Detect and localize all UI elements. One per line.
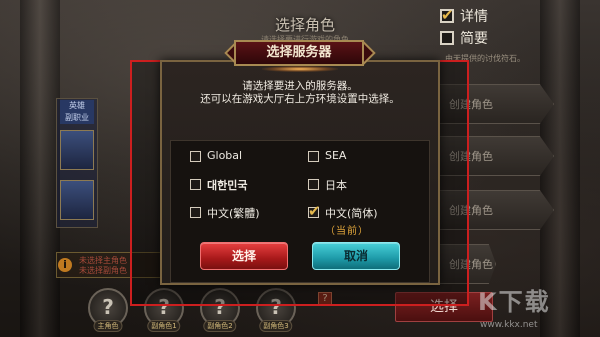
server-label: Global <box>207 149 243 162</box>
dialog-title: 选择服务器 <box>234 40 364 66</box>
checkbox[interactable] <box>190 207 201 218</box>
server-option-traditional-chinese[interactable]: 中文(繁體) <box>190 205 260 221</box>
server-option-global[interactable]: Global <box>190 149 242 162</box>
option-brief[interactable]: 简要 <box>440 28 488 48</box>
info-icon: i <box>58 258 72 272</box>
portrait-label: 英雄 <box>69 101 85 110</box>
watermark-url: www.kkx.net <box>480 320 538 330</box>
warning-text: 未选择副角色 <box>79 266 127 275</box>
dialog-message-line: 还可以在游戏大厅右上方环境设置中选择。 <box>200 93 400 105</box>
server-label: 中文(繁體) <box>207 207 260 220</box>
header-glow <box>262 66 338 72</box>
portrait-label: 副职业 <box>65 113 89 122</box>
portrait-header: 英雄 副职业 <box>60 100 94 124</box>
server-option-sea[interactable]: SEA <box>308 149 346 162</box>
server-label: SEA <box>325 149 347 162</box>
slot-label: 主角色 <box>93 320 123 332</box>
current-server-tag: （当前） <box>325 226 369 237</box>
checkbox[interactable] <box>190 151 201 162</box>
slot-label: 副角色2 <box>203 320 237 332</box>
character-portrait[interactable] <box>60 130 94 170</box>
checkbox[interactable] <box>190 179 201 190</box>
server-label: 대한민국 <box>207 179 248 192</box>
background-pillar <box>20 0 60 337</box>
server-option-simplified-chinese[interactable]: 中文(简体) （当前） <box>308 202 378 237</box>
dialog-message-line: 请选择要进入的服务器。 <box>242 80 358 92</box>
question-icon: ? <box>102 295 114 319</box>
cancel-button[interactable]: 取消 <box>312 242 400 270</box>
checkbox[interactable] <box>308 151 319 162</box>
character-slot-main[interactable]: ? 主角色 <box>88 288 128 332</box>
checkbox-checked[interactable] <box>308 202 321 220</box>
server-label-group: 中文(简体) （当前） <box>325 205 378 237</box>
server-label: 中文(简体) <box>325 207 378 220</box>
dialog-message: 请选择要进入的服务器。 还可以在游戏大厅右上方环境设置中选择。 <box>168 80 432 106</box>
checkbox-brief[interactable] <box>440 31 454 45</box>
server-label: 日本 <box>325 179 347 192</box>
checkbox-details[interactable] <box>440 6 454 24</box>
select-button[interactable]: 选择 <box>200 242 288 270</box>
option-brief-label: 简要 <box>460 31 488 47</box>
slot-label: 副角色1 <box>147 320 181 332</box>
server-option-korea[interactable]: 대한민국 <box>190 177 247 193</box>
slot-label: 副角色3 <box>259 320 293 332</box>
warning-text: 未选择主角色 <box>79 256 127 265</box>
character-portrait[interactable] <box>60 180 94 220</box>
checkbox[interactable] <box>308 179 319 190</box>
background-title: 选择角色 <box>274 16 335 34</box>
option-details[interactable]: 详情 <box>440 6 488 26</box>
option-details-label: 详情 <box>460 9 488 25</box>
server-option-japan[interactable]: 日本 <box>308 177 347 193</box>
watermark-logo: K下载 <box>478 288 551 316</box>
